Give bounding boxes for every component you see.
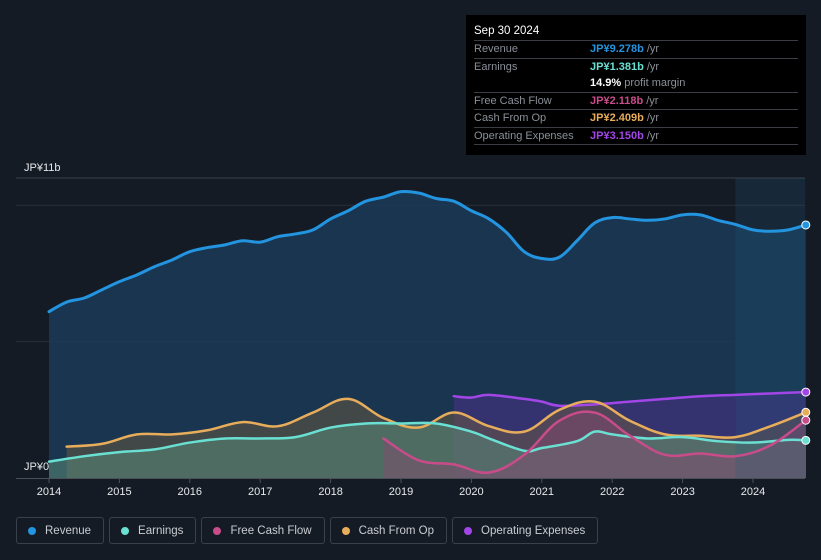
tooltip-row: Earnings JP¥1.381b/yr bbox=[474, 57, 798, 76]
x-tick-label: 2017 bbox=[248, 486, 272, 498]
tooltip-row-unit: profit margin bbox=[624, 77, 686, 89]
tooltip-row-label bbox=[474, 75, 590, 92]
forecast-region bbox=[735, 178, 805, 478]
legend-dot-icon bbox=[464, 526, 473, 535]
tooltip-row: Operating Expenses JP¥3.150b/yr bbox=[474, 126, 798, 145]
tooltip-row-label: Free Cash Flow bbox=[474, 94, 552, 107]
tooltip-rows: Revenue JP¥9.278b/yr Earnings JP¥1.381b/yr 1… bbox=[474, 40, 798, 144]
x-tick-label: 2021 bbox=[530, 486, 554, 498]
tooltip-row-unit: /yr bbox=[646, 60, 660, 73]
legend-item-free-cash-flow[interactable]: Free Cash Flow bbox=[201, 517, 325, 544]
cash-from-op-end-marker bbox=[801, 407, 811, 417]
tooltip-row-value: JP¥9.278b bbox=[590, 43, 644, 55]
legend-item-revenue[interactable]: Revenue bbox=[16, 517, 105, 544]
legend-dot-icon bbox=[213, 526, 222, 535]
tooltip-row-label: Revenue bbox=[474, 43, 519, 55]
legend-label: Revenue bbox=[45, 524, 92, 537]
legend-label: Free Cash Flow bbox=[230, 524, 312, 537]
tooltip-date: Sep 30 2024 bbox=[474, 25, 540, 37]
tooltip-row-value: JP¥1.381b bbox=[590, 60, 644, 73]
tooltip-row: Revenue JP¥9.278b/yr bbox=[474, 40, 798, 58]
y-axis-top-label: JP¥11b bbox=[24, 162, 61, 174]
tooltip-row-unit: /yr bbox=[646, 43, 660, 55]
tooltip-row-value: 14.9% bbox=[590, 77, 622, 89]
x-tick-label: 2020 bbox=[459, 486, 483, 498]
legend-item-earnings[interactable]: Earnings bbox=[109, 517, 197, 544]
x-axis-ticks: 2014 2015 2016 2017 2018 2019 2020 2021 2022 2023… bbox=[37, 478, 765, 498]
tooltip-panel: Sep 30 2024 Revenue JP¥9.278b/yr Earnings J… bbox=[466, 15, 806, 155]
tooltip-row-value: JP¥2.409b bbox=[590, 112, 644, 124]
x-tick-label: 2015 bbox=[107, 486, 131, 498]
free-cash-flow-end-marker bbox=[801, 415, 811, 425]
tooltip-row-unit: /yr bbox=[646, 112, 660, 124]
tooltip-row: Free Cash Flow JP¥2.118b/yr bbox=[474, 91, 798, 110]
x-tick-label: 2019 bbox=[389, 486, 413, 498]
tooltip-row-unit: /yr bbox=[646, 94, 659, 107]
legend-dot-icon bbox=[341, 526, 350, 535]
x-tick-label: 2023 bbox=[670, 486, 694, 498]
x-tick-label: 2022 bbox=[600, 486, 624, 498]
earnings-end-marker bbox=[801, 435, 811, 445]
tooltip-row-label: Operating Expenses bbox=[474, 129, 574, 142]
tooltip-row-unit: /yr bbox=[646, 129, 660, 142]
x-tick-label: 2018 bbox=[318, 486, 342, 498]
tooltip-row-label: Earnings bbox=[474, 60, 518, 73]
revenue-end-marker bbox=[801, 220, 811, 230]
legend-dot-icon bbox=[121, 526, 130, 535]
y-axis-bottom-label: JP¥0 bbox=[24, 461, 49, 473]
legend-label: Earnings bbox=[138, 524, 184, 537]
legend-dot-icon bbox=[28, 526, 36, 535]
tooltip-divider bbox=[474, 144, 798, 145]
tooltip-row-value: JP¥2.118b bbox=[590, 94, 644, 107]
legend-item-operating-expenses[interactable]: Operating Expenses bbox=[452, 517, 599, 544]
tooltip-row: 14.9% profit margin bbox=[474, 75, 798, 92]
legend-item-cash-from-op[interactable]: Cash From Op bbox=[329, 517, 448, 544]
legend-label: Cash From Op bbox=[358, 524, 435, 537]
tooltip-row: Cash From Op JP¥2.409b/yr bbox=[474, 109, 798, 127]
legend-label: Operating Expenses bbox=[481, 524, 586, 537]
x-tick-label: 2024 bbox=[741, 486, 765, 498]
tooltip-row-value: JP¥3.150b bbox=[590, 129, 644, 142]
operating-expenses-end-marker bbox=[801, 387, 811, 397]
x-tick-label: 2016 bbox=[178, 486, 202, 498]
x-tick-label: 2014 bbox=[37, 486, 61, 498]
tooltip-row-label: Cash From Op bbox=[474, 112, 547, 124]
chart-legend: Revenue Earnings Free Cash Flow Cash From O… bbox=[16, 517, 599, 544]
